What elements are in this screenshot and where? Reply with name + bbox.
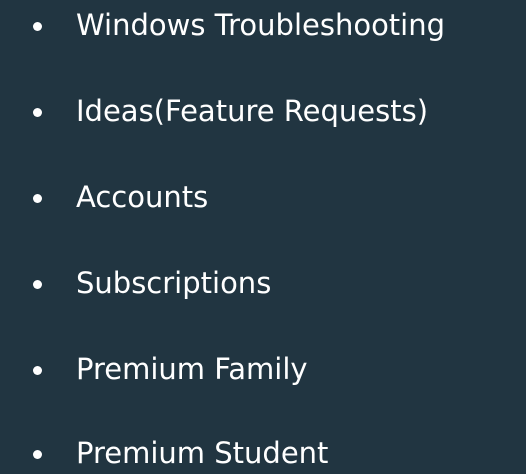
- bullet-icon: [33, 194, 42, 203]
- bullet-icon: [33, 22, 42, 31]
- bullet-icon: [33, 366, 42, 375]
- bullet-icon: [33, 108, 42, 117]
- topic-menu-list: Windows Troubleshooting Ideas(Feature Re…: [0, 0, 526, 474]
- menu-item-label: Premium Student: [76, 436, 329, 470]
- menu-item-premium-student[interactable]: Premium Student: [0, 430, 526, 474]
- menu-item-ideas-feature-requests[interactable]: Ideas(Feature Requests): [0, 88, 526, 140]
- bullet-icon: [33, 450, 42, 459]
- menu-item-label: Windows Troubleshooting: [76, 8, 446, 42]
- menu-item-label: Accounts: [76, 180, 209, 214]
- menu-item-label: Premium Family: [76, 352, 308, 386]
- menu-item-label: Subscriptions: [76, 266, 272, 300]
- menu-item-accounts[interactable]: Accounts: [0, 174, 526, 226]
- menu-item-label: Ideas(Feature Requests): [76, 94, 429, 128]
- menu-item-premium-family[interactable]: Premium Family: [0, 346, 526, 398]
- menu-item-windows-troubleshooting[interactable]: Windows Troubleshooting: [0, 2, 526, 54]
- menu-item-subscriptions[interactable]: Subscriptions: [0, 260, 526, 312]
- bullet-icon: [33, 280, 42, 289]
